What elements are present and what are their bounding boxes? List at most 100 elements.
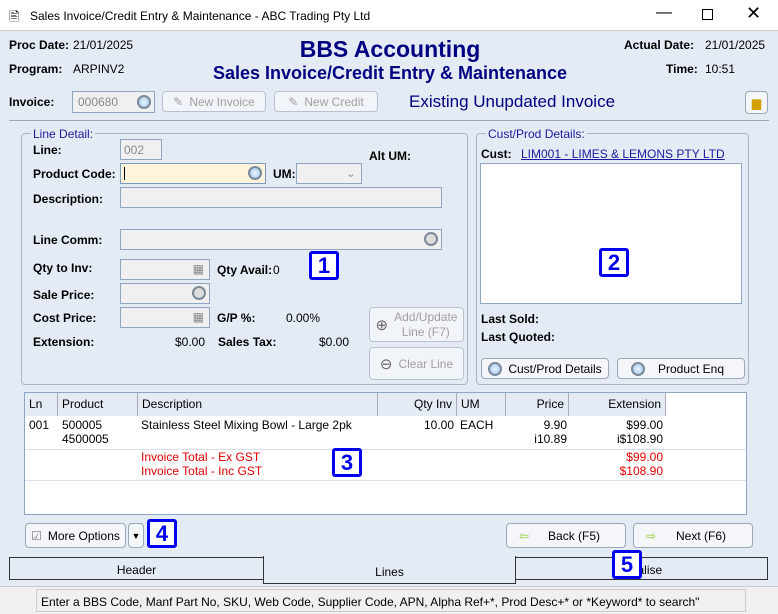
- search-icon[interactable]: [192, 286, 206, 300]
- sale-price-input[interactable]: [120, 283, 210, 304]
- sales-tax-label: Sales Tax:: [218, 335, 277, 349]
- caret-down-icon: ▼: [131, 530, 141, 541]
- column-header-um[interactable]: UM: [457, 393, 506, 416]
- app-icon: 🖹: [9, 9, 20, 24]
- column-header-product[interactable]: Product: [58, 393, 138, 416]
- cell-price-inc: i10.89: [534, 432, 567, 446]
- clear-line-label: Clear Line: [398, 356, 454, 371]
- um-label: UM:: [273, 167, 296, 181]
- badge-4: 4: [147, 519, 177, 548]
- minus-circle-icon: ⊖: [379, 355, 393, 373]
- cost-price-label: Cost Price:: [33, 311, 97, 325]
- customer-link[interactable]: LIM001 - LIMES & LEMONS PTY LTD: [521, 147, 725, 161]
- back-label: Back (F5): [548, 528, 601, 543]
- text-cursor: [124, 167, 125, 180]
- more-options-label: More Options: [47, 528, 120, 543]
- maximize-button[interactable]: [702, 9, 713, 20]
- column-header-price[interactable]: Price: [506, 393, 569, 416]
- qty-input[interactable]: ▦: [120, 259, 210, 280]
- calculator-icon[interactable]: ▦: [193, 262, 204, 276]
- search-icon[interactable]: [137, 95, 151, 109]
- column-header-ln[interactable]: Ln: [25, 393, 58, 416]
- line-detail-title: Line Detail:: [31, 127, 96, 141]
- line-field[interactable]: 002: [120, 139, 162, 160]
- alt-um-label: Alt UM:: [369, 149, 411, 163]
- cust-prod-details-button[interactable]: Cust/Prod Details: [481, 358, 609, 379]
- description-input[interactable]: [120, 187, 442, 208]
- total-ex-gst: $99.00: [626, 450, 663, 464]
- invoice-field[interactable]: 000680: [72, 91, 155, 113]
- search-icon[interactable]: [424, 232, 438, 246]
- invoice-label: Invoice:: [9, 95, 55, 109]
- checklist-icon: ☑: [31, 528, 42, 543]
- line-comm-label: Line Comm:: [33, 233, 103, 247]
- search-icon[interactable]: [248, 166, 262, 180]
- total-inc-gst-label: Invoice Total - Inc GST: [141, 464, 263, 478]
- cell-product-alt: 4500005: [62, 432, 109, 446]
- um-select[interactable]: ⌄: [296, 163, 362, 184]
- column-header-qty[interactable]: Qty Inv: [378, 393, 457, 416]
- product-code-input[interactable]: [120, 163, 266, 184]
- new-invoice-label: New Invoice: [189, 94, 255, 109]
- tab-header[interactable]: Header: [9, 557, 264, 580]
- line-comm-input[interactable]: [120, 229, 442, 250]
- minimize-button[interactable]: —: [656, 4, 672, 22]
- badge-5: 5: [612, 550, 642, 579]
- plus-circle-icon: ⊕: [375, 316, 389, 334]
- product-enq-label: Product Enq: [657, 361, 725, 376]
- badge-2: 2: [599, 248, 629, 277]
- status-message: Enter a BBS Code, Manf Part No, SKU, Web…: [36, 589, 746, 612]
- column-header-extension[interactable]: Extension: [569, 393, 666, 416]
- cust-label: Cust:: [481, 147, 512, 161]
- actual-date: 21/01/2025: [705, 38, 766, 52]
- cell-extension-inc: i$108.90: [616, 432, 663, 446]
- column-header-description[interactable]: Description: [138, 393, 378, 416]
- calculator-icon[interactable]: ▦: [193, 310, 204, 324]
- search-icon: [631, 361, 645, 376]
- table-row[interactable]: 001 500005 4500005 Stainless Steel Mixin…: [25, 416, 746, 450]
- new-invoice-button[interactable]: ✎ New Invoice: [162, 91, 266, 112]
- cust-prod-details-panel: [480, 163, 742, 304]
- invoice-value: 000680: [78, 95, 119, 109]
- cell-um: EACH: [460, 418, 494, 432]
- cell-product: 500005: [62, 418, 103, 432]
- more-options-dropdown[interactable]: ▼: [128, 523, 144, 548]
- line-label: Line:: [33, 143, 62, 157]
- program: ARPINV2: [73, 62, 125, 76]
- folder-add-button[interactable]: ▆: [745, 91, 768, 114]
- cell-description: Stainless Steel Mixing Bowl - Large 2pk: [141, 418, 352, 432]
- cell-ln: 001: [29, 418, 50, 432]
- window-title: Sales Invoice/Credit Entry & Maintenance…: [30, 9, 371, 23]
- divider: [9, 120, 769, 121]
- product-enq-button[interactable]: Product Enq: [617, 358, 745, 379]
- close-button[interactable]: ✕: [746, 3, 761, 24]
- invoice-lines-grid[interactable]: Ln Product Description Qty Inv UM Price …: [24, 392, 747, 515]
- next-label: Next (F6): [676, 528, 727, 543]
- invoice-status: Existing Unupdated Invoice: [409, 92, 616, 111]
- search-icon: [488, 361, 503, 376]
- proc-date: 21/01/2025: [73, 38, 134, 52]
- clear-line-button[interactable]: ⊖ Clear Line: [369, 347, 464, 380]
- app-title: BBS Accounting: [299, 36, 481, 62]
- actual-date-label: Actual Date:: [624, 38, 695, 52]
- cell-price: 9.90: [543, 418, 567, 432]
- sales-tax-value: $0.00: [319, 335, 350, 349]
- time-label: Time:: [666, 62, 698, 76]
- badge-1: 1: [309, 251, 339, 280]
- tab-lines[interactable]: Lines: [263, 556, 516, 584]
- cell-qty: 10.00: [423, 418, 454, 432]
- cust-prod-details-label: Cust/Prod Details: [508, 361, 602, 376]
- back-button[interactable]: ⇦ Back (F5): [506, 523, 626, 548]
- folder-add-icon: ▆: [751, 95, 762, 110]
- qty-avail-label: Qty Avail:: [217, 263, 273, 277]
- next-button[interactable]: ⇨ Next (F6): [633, 523, 753, 548]
- sale-price-label: Sale Price:: [33, 288, 95, 302]
- extension-value: $0.00: [175, 335, 206, 349]
- qty-avail: 0: [273, 263, 280, 277]
- new-credit-button[interactable]: ✎ New Credit: [274, 91, 378, 112]
- time: 10:51: [705, 62, 736, 76]
- cell-extension: $99.00: [626, 418, 663, 432]
- more-options-button[interactable]: ☑ More Options: [25, 523, 126, 548]
- add-update-line-button[interactable]: ⊕ Add/Update Line (F7): [369, 307, 464, 342]
- cost-price-input[interactable]: ▦: [120, 307, 210, 328]
